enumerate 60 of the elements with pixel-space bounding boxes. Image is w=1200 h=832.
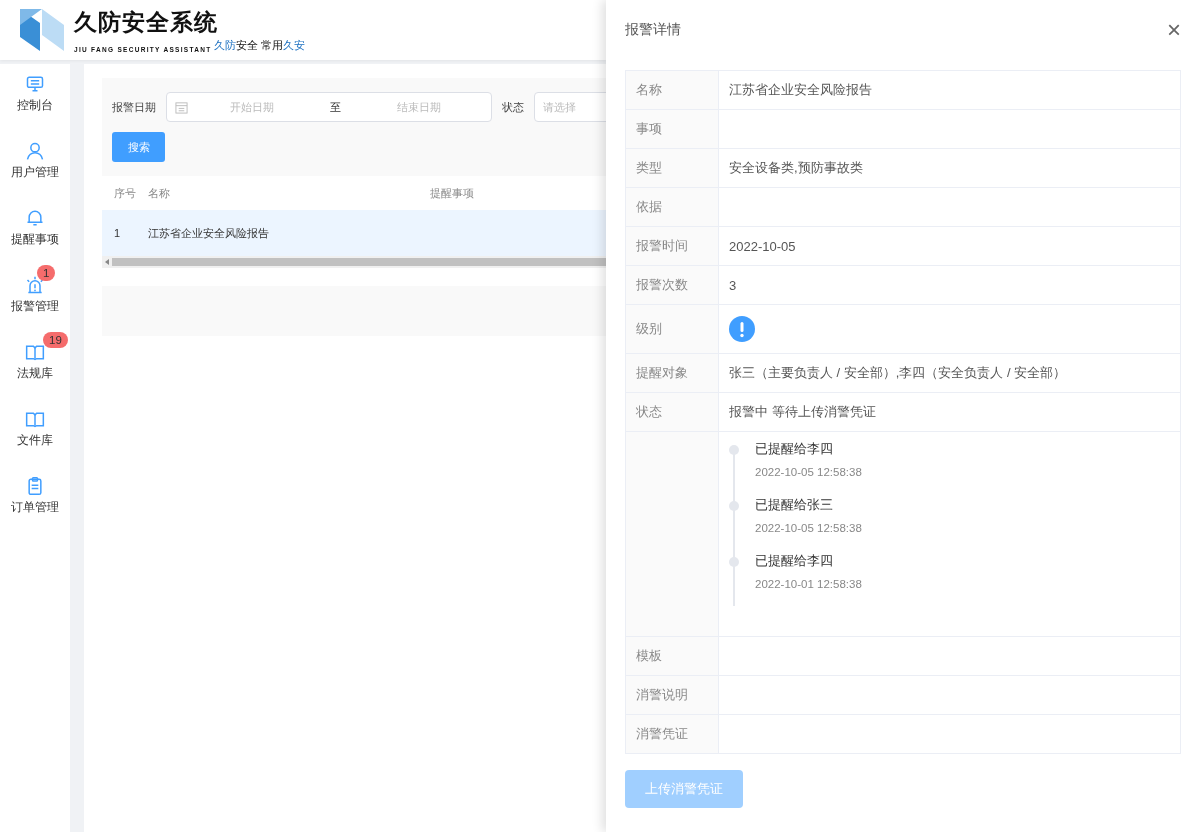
status-label: 状态 [502, 99, 524, 115]
sidebar-item[interactable]: 法规库 [17, 366, 53, 381]
event-title: 已提醒给张三 [755, 496, 834, 514]
field-label: 状态 [636, 403, 662, 421]
table-row[interactable]: 1 江苏省企业安全风险报告 [102, 210, 606, 256]
count-badge: 19 [43, 332, 68, 348]
field-value: 安全设备类,预防事故类 [729, 159, 863, 177]
table-cell-text: 1 [113, 227, 122, 239]
book-icon[interactable] [25, 409, 45, 429]
field-label: 级别 [636, 320, 662, 338]
field-value: 3 [729, 277, 737, 293]
close-button[interactable]: × [1167, 18, 1181, 42]
field-label: 消警说明 [636, 686, 688, 704]
alarm-light-icon[interactable] [25, 275, 45, 295]
field-value: 报警中 等待上传消警凭证 [729, 403, 876, 421]
status-select[interactable]: 请选择 [534, 92, 606, 122]
sidebar-item[interactable]: 订单管理 [11, 500, 59, 515]
sidebar-item[interactable]: 控制台 [17, 98, 53, 113]
end-date-input[interactable]: 结束日期 [355, 100, 483, 114]
start-date-input[interactable]: 开始日期 [188, 100, 316, 114]
field-label: 报警时间 [636, 237, 688, 255]
exclamation-icon [729, 316, 755, 342]
calendar-icon [175, 100, 188, 114]
field-label: 依据 [636, 198, 662, 216]
field-label: 消警凭证 [636, 725, 688, 743]
sidebar-item[interactable]: 用户管理 [11, 165, 59, 180]
event-title: 已提醒给李四 [755, 552, 834, 570]
column-header: 序号 [113, 185, 137, 201]
book-icon[interactable] [25, 342, 45, 362]
date-range-field[interactable]: 开始日期 至 结束日期 [166, 92, 492, 122]
sidebar-item[interactable]: 报警管理 [11, 299, 59, 314]
arrow-left-icon[interactable] [104, 259, 110, 265]
field-label: 类型 [636, 159, 662, 177]
field-label: 报警次数 [636, 276, 688, 294]
date-label: 报警日期 [112, 99, 156, 115]
bell-icon[interactable] [25, 208, 45, 228]
event-title: 已提醒给李四 [755, 440, 834, 458]
event-time: 2022-10-05 12:58:38 [755, 522, 862, 534]
field-label: 提醒对象 [636, 364, 688, 382]
column-header: 提醒事项 [430, 185, 474, 201]
drawer-title: 报警详情 [625, 21, 681, 39]
brand-slogan: 久防安全 常用久安 [213, 38, 306, 53]
user-icon[interactable] [25, 141, 45, 161]
field-label: 名称 [636, 81, 662, 99]
sidebar-item[interactable]: 文件库 [17, 433, 53, 448]
sidebar-item[interactable]: 提醒事项 [11, 232, 59, 247]
field-label: 模板 [636, 647, 662, 665]
clipboard-icon[interactable] [25, 476, 45, 496]
table-cell-text: 江苏省企业安全风险报告 [148, 225, 270, 241]
field-label: 事项 [636, 120, 662, 138]
event-time: 2022-10-01 12:58:38 [755, 578, 862, 590]
brand-title: 久防安全系统 [74, 8, 219, 37]
monitor-icon[interactable] [25, 74, 45, 94]
event-time: 2022-10-05 12:58:38 [755, 466, 862, 478]
field-value: 张三（主要负责人 / 安全部）,李四（安全负责人 / 安全部） [729, 364, 1067, 382]
field-value: 江苏省企业安全风险报告 [729, 81, 872, 99]
count-badge: 1 [37, 265, 56, 281]
column-header: 名称 [148, 185, 171, 201]
range-separator: 至 [329, 99, 342, 115]
field-value: 2022-10-05 [729, 238, 796, 254]
